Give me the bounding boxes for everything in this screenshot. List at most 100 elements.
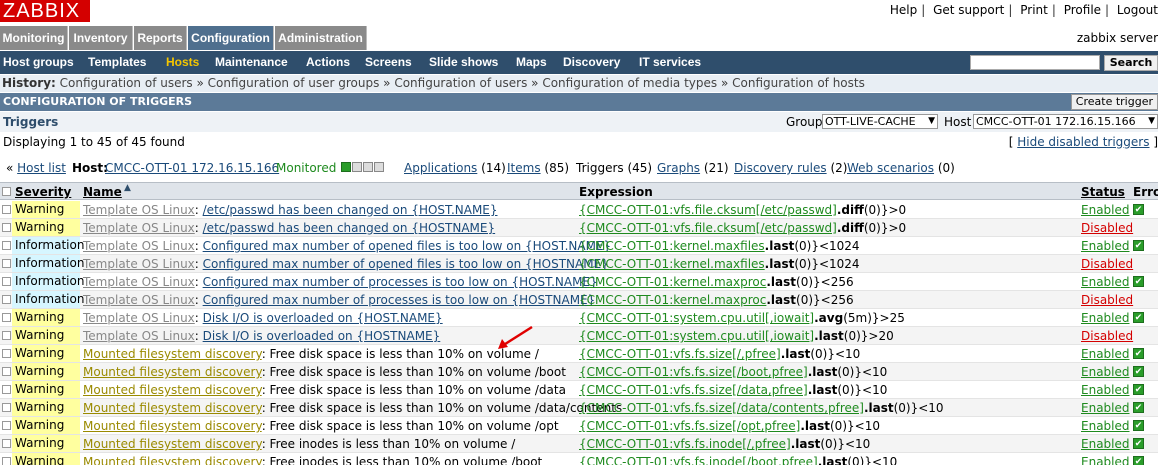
template-link[interactable]: Mounted filesystem discovery <box>83 437 262 451</box>
expression-key[interactable]: :vfs.fs.size[/opt,pfree] <box>669 419 800 433</box>
web-scenarios-link[interactable]: Web scenarios <box>847 161 934 175</box>
status-toggle[interactable]: Disabled <box>1081 257 1133 271</box>
expression-host[interactable]: {CMCC-OTT-01 <box>579 221 669 235</box>
submenu-hosts[interactable]: Hosts <box>166 51 199 74</box>
status-toggle[interactable]: Enabled <box>1081 419 1130 433</box>
template-link[interactable]: Template OS Linux <box>83 203 195 217</box>
trigger-name[interactable]: Configured max number of processes is to… <box>203 275 598 289</box>
search-button[interactable]: Search <box>1104 55 1158 71</box>
expression-key[interactable]: :kernel.maxproc <box>669 293 766 307</box>
template-link[interactable]: Mounted filesystem discovery <box>83 383 262 397</box>
expression-host[interactable]: {CMCC-OTT-01 <box>579 347 669 361</box>
submenu-maintenance[interactable]: Maintenance <box>215 51 288 74</box>
row-checkbox[interactable] <box>2 439 11 448</box>
template-link[interactable]: Mounted filesystem discovery <box>83 401 262 415</box>
expression-key[interactable]: :vfs.fs.size[/data/contents,pfree] <box>669 401 864 415</box>
submenu-templates[interactable]: Templates <box>88 51 146 74</box>
row-checkbox[interactable] <box>2 277 11 286</box>
expression-host[interactable]: {CMCC-OTT-01 <box>579 437 669 451</box>
trigger-name[interactable]: Free disk space is less than 10% on volu… <box>270 419 559 433</box>
status-toggle[interactable]: Enabled <box>1081 203 1130 217</box>
items-link[interactable]: Items <box>507 161 541 175</box>
history-crumb[interactable]: Configuration of media types <box>542 76 717 90</box>
status-toggle[interactable]: Disabled <box>1081 329 1133 343</box>
template-link[interactable]: Template OS Linux <box>83 239 195 253</box>
trigger-name[interactable]: Free inodes is less than 10% on volume / <box>270 437 516 451</box>
expression-host[interactable]: {CMCC-OTT-01 <box>579 329 669 343</box>
row-checkbox[interactable] <box>2 313 11 322</box>
template-link[interactable]: Mounted filesystem discovery <box>83 455 262 465</box>
row-checkbox[interactable] <box>2 385 11 394</box>
expression-key[interactable]: :vfs.fs.size[/,pfree] <box>669 347 781 361</box>
row-checkbox[interactable] <box>2 259 11 268</box>
trigger-name[interactable]: Disk I/O is overloaded on {HOSTNAME} <box>203 329 441 343</box>
template-link[interactable]: Template OS Linux <box>83 311 195 325</box>
applications-link[interactable]: Applications <box>404 161 477 175</box>
submenu-maps[interactable]: Maps <box>516 51 547 74</box>
submenu-discovery[interactable]: Discovery <box>563 51 620 74</box>
expression-host[interactable]: {CMCC-OTT-01 <box>579 293 669 307</box>
menu-reports[interactable]: Reports <box>134 26 187 50</box>
submenu-it-services[interactable]: IT services <box>639 51 701 74</box>
row-checkbox[interactable] <box>2 349 11 358</box>
discovery-rules-link[interactable]: Discovery rules <box>734 161 827 175</box>
expression-key[interactable]: :system.cpu.util[,iowait] <box>669 311 814 325</box>
expression-key[interactable]: :kernel.maxproc <box>669 275 766 289</box>
trigger-name[interactable]: /etc/passwd has been changed on {HOSTNAM… <box>203 221 495 235</box>
status-toggle[interactable]: Enabled <box>1081 347 1130 361</box>
row-checkbox[interactable] <box>2 403 11 412</box>
expression-key[interactable]: :vfs.fs.size[/data,pfree] <box>669 383 808 397</box>
host-list-link[interactable]: Host list <box>17 161 66 175</box>
severity-header[interactable]: Severity <box>15 185 71 199</box>
row-checkbox[interactable] <box>2 241 11 250</box>
row-checkbox[interactable] <box>2 457 11 465</box>
menu-inventory[interactable]: Inventory <box>69 26 133 50</box>
status-toggle[interactable]: Enabled <box>1081 401 1130 415</box>
status-toggle[interactable]: Enabled <box>1081 239 1130 253</box>
status-toggle[interactable]: Enabled <box>1081 437 1130 451</box>
menu-monitoring[interactable]: Monitoring <box>0 26 68 50</box>
template-link[interactable]: Mounted filesystem discovery <box>83 419 262 433</box>
template-link[interactable]: Template OS Linux <box>83 329 195 343</box>
zabbix-logo[interactable]: ZABBIX <box>0 0 90 22</box>
name-header[interactable]: Name <box>83 185 122 199</box>
status-toggle[interactable]: Enabled <box>1081 365 1130 379</box>
status-toggle[interactable]: Enabled <box>1081 275 1130 289</box>
submenu-actions[interactable]: Actions <box>306 51 350 74</box>
logout-link[interactable]: Logout <box>1117 3 1158 17</box>
row-checkbox[interactable] <box>2 223 11 232</box>
status-toggle[interactable]: Enabled <box>1081 383 1130 397</box>
host-link[interactable]: CMCC-OTT-01 172.16.15.166 <box>105 161 279 175</box>
submenu-slide-shows[interactable]: Slide shows <box>429 51 498 74</box>
template-link[interactable]: Template OS Linux <box>83 275 195 289</box>
create-trigger-button[interactable]: Create trigger <box>1070 94 1158 110</box>
help-link[interactable]: Help <box>890 3 917 17</box>
expression-host[interactable]: {CMCC-OTT-01 <box>579 455 669 465</box>
expression-host[interactable]: {CMCC-OTT-01 <box>579 401 669 415</box>
expression-host[interactable]: {CMCC-OTT-01 <box>579 257 669 271</box>
history-crumb[interactable]: Configuration of users <box>394 76 527 90</box>
template-link[interactable]: Mounted filesystem discovery <box>83 365 262 379</box>
template-link[interactable]: Template OS Linux <box>83 221 195 235</box>
trigger-name[interactable]: /etc/passwd has been changed on {HOST.NA… <box>203 203 498 217</box>
template-link[interactable]: Template OS Linux <box>83 293 195 307</box>
row-checkbox[interactable] <box>2 421 11 430</box>
expression-host[interactable]: {CMCC-OTT-01 <box>579 311 669 325</box>
select-all-checkbox[interactable] <box>2 187 11 196</box>
trigger-name[interactable]: Configured max number of opened files is… <box>203 257 609 271</box>
history-crumb[interactable]: Configuration of users <box>60 76 193 90</box>
template-link[interactable]: Mounted filesystem discovery <box>83 347 262 361</box>
status-toggle[interactable]: Disabled <box>1081 293 1133 307</box>
expression-host[interactable]: {CMCC-OTT-01 <box>579 365 669 379</box>
host-select[interactable]: CMCC-OTT-01 172.16.15.166 ▼ <box>973 114 1158 129</box>
history-crumb[interactable]: Configuration of user groups <box>208 76 380 90</box>
expression-key[interactable]: :vfs.file.cksum[/etc/passwd] <box>669 203 837 217</box>
expression-key[interactable]: :vfs.fs.inode[/,pfree] <box>669 437 791 451</box>
trigger-name[interactable]: Free inodes is less than 10% on volume /… <box>270 455 543 465</box>
get-support-link[interactable]: Get support <box>933 3 1004 17</box>
hide-disabled-link[interactable]: Hide disabled triggers <box>1017 135 1149 149</box>
status-header[interactable]: Status <box>1081 185 1125 199</box>
expression-key[interactable]: :vfs.file.cksum[/etc/passwd] <box>669 221 837 235</box>
menu-administration[interactable]: Administration <box>275 26 367 50</box>
trigger-name[interactable]: Free disk space is less than 10% on volu… <box>270 401 623 415</box>
